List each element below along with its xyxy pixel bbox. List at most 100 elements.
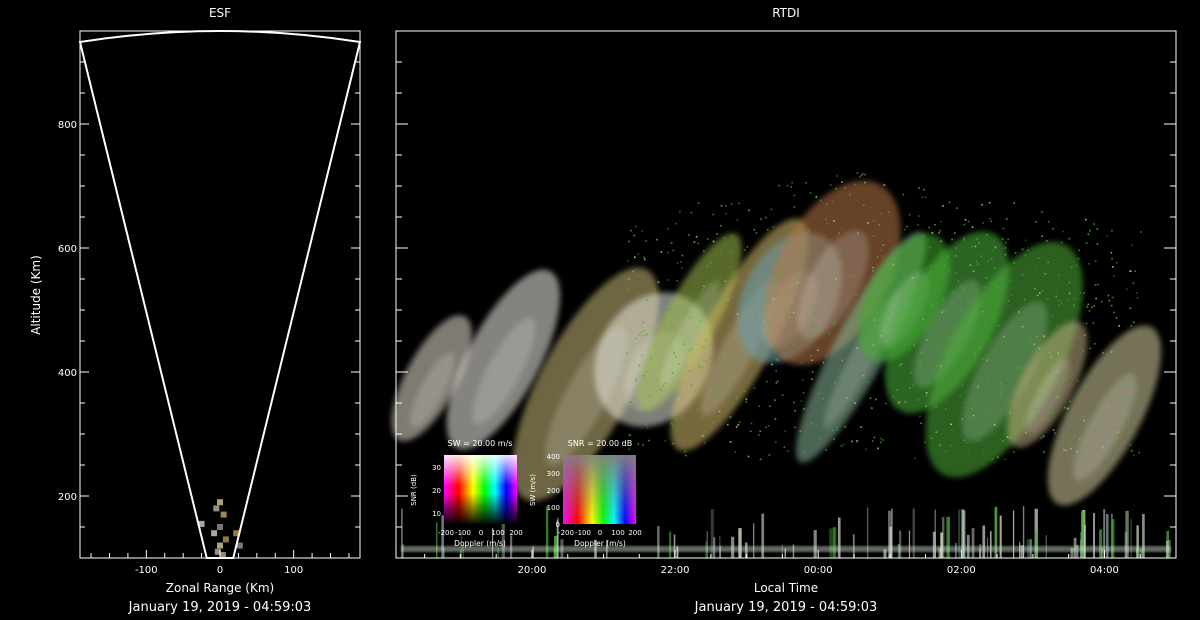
rtdi-echo-speck xyxy=(807,247,810,249)
rtdi-echo-speck xyxy=(929,265,931,268)
rtdi-echo-speck xyxy=(825,218,827,221)
rtdi-echo-speck xyxy=(706,238,709,240)
rtdi-echo-speck xyxy=(635,337,637,340)
rtdi-echo-speck xyxy=(645,423,647,426)
rtdi-echo-speck xyxy=(836,426,839,428)
rtdi-echo-speck xyxy=(1140,231,1142,233)
rtdi-echo-speck xyxy=(672,424,674,427)
rtdi-echo-speck xyxy=(967,300,969,303)
rtdi-echo-speck xyxy=(930,349,932,351)
rtdi-echo-speck xyxy=(1102,446,1105,449)
rtdi-echo-speck xyxy=(628,240,630,243)
rtdi-echo-speck xyxy=(1001,389,1004,391)
rtdi-echo-speck xyxy=(963,439,965,441)
rtdi-echo-speck xyxy=(705,303,707,306)
rtdi-echo-speck xyxy=(946,307,949,310)
rtdi-echo-speck xyxy=(941,347,944,350)
legend-snr-x-tick: 200 xyxy=(628,529,641,537)
rtdi-echo-speck xyxy=(963,239,965,241)
rtdi-echo-speck xyxy=(1094,284,1097,286)
rtdi-echo-speck xyxy=(870,406,873,409)
rtdi-echo-speck xyxy=(929,273,932,276)
rtdi-echo-speck xyxy=(987,314,990,317)
rtdi-echo-speck xyxy=(811,340,813,343)
rtdi-echo-speck xyxy=(627,412,630,415)
rtdi-echo-speck xyxy=(1113,311,1115,314)
esf-y-axis: 200 400 600 800 xyxy=(58,61,360,528)
rtdi-echo-speck xyxy=(654,288,656,290)
rtdi-echo-speck xyxy=(650,357,652,359)
rtdi-echo-speck xyxy=(881,296,884,298)
rtdi-echo-speck xyxy=(942,298,945,301)
rtdi-echo-speck xyxy=(889,288,892,291)
rtdi-echo-speck xyxy=(799,430,802,432)
rtdi-echo-speck xyxy=(716,233,718,235)
rtdi-echo-speck xyxy=(945,450,947,452)
rtdi-echo-speck xyxy=(719,224,722,227)
rtdi-echo-speck xyxy=(1037,257,1040,259)
legend-snr-x-label: Doppler (m/s) xyxy=(574,539,626,548)
rtdi-echo-speck xyxy=(920,362,922,365)
rtdi-echo-speck xyxy=(1084,334,1086,337)
rtdi-echo-speck xyxy=(912,293,914,295)
rtdi-echo-speck xyxy=(811,359,814,362)
rtdi-echo-speck xyxy=(712,213,715,216)
rtdi-echo-speck xyxy=(774,281,776,284)
rtdi-echo-speck xyxy=(918,215,920,217)
rtdi-echo-speck xyxy=(842,260,844,262)
rtdi-echo-speck xyxy=(800,400,803,402)
rtdi-echo-speck xyxy=(1058,392,1060,394)
rtdi-echo-speck xyxy=(1007,238,1010,241)
rtdi-bottomside-streak xyxy=(989,531,992,558)
rtdi-echo-speck xyxy=(943,309,945,312)
rtdi-echo-speck xyxy=(983,324,986,326)
rtdi-echo-speck xyxy=(709,284,712,286)
esf-x-axis: -100 0 100 xyxy=(90,550,350,576)
rtdi-echo-speck xyxy=(751,285,754,288)
rtdi-echo-speck xyxy=(1019,379,1022,382)
rtdi-echo-speck xyxy=(638,364,641,367)
rtdi-echo-speck xyxy=(739,280,742,283)
rtdi-echo-speck xyxy=(1060,241,1063,244)
rtdi-echo-speck xyxy=(861,340,864,342)
rtdi-echo-speck xyxy=(822,361,825,364)
rtdi-echo-speck xyxy=(1035,271,1038,273)
rtdi-echo-speck xyxy=(768,324,770,326)
rtdi-echo-speck xyxy=(811,370,814,373)
rtdi-echo-speck xyxy=(946,255,949,258)
rtdi-echo-speck xyxy=(1005,241,1007,244)
rtdi-date-label: January 19, 2019 - 04:59:03 xyxy=(694,600,878,615)
rtdi-echo-speck xyxy=(1056,370,1059,373)
rtdi-echo-speck xyxy=(682,416,685,419)
rtdi-echo-speck xyxy=(729,416,732,418)
rtdi-echo-speck xyxy=(1132,454,1135,457)
rtdi-echo-speck xyxy=(703,430,705,433)
rtdi-echo-speck xyxy=(892,396,895,398)
rtdi-echo-speck xyxy=(949,444,952,447)
rtdi-echo-speck xyxy=(642,444,644,446)
rtdi-echo-speck xyxy=(1078,249,1081,252)
rtdi-echo-speck xyxy=(919,286,921,289)
rtdi-echo-speck xyxy=(1002,346,1005,348)
rtdi-echo-speck xyxy=(861,173,864,175)
rtdi-echo-speck xyxy=(808,230,810,232)
rtdi-echo-speck xyxy=(828,333,830,335)
rtdi-echo-speck xyxy=(1031,350,1034,353)
rtdi-echo-speck xyxy=(1051,412,1054,414)
rtdi-echo-speck xyxy=(1069,375,1072,378)
rtdi-echo-speck xyxy=(1054,432,1056,435)
rtdi-echo-speck xyxy=(963,401,966,404)
rtdi-echo-speck xyxy=(730,266,732,269)
rtdi-echo-speck xyxy=(855,293,857,296)
rtdi-echo-speck xyxy=(832,323,835,325)
rtdi-echo-speck xyxy=(1077,335,1080,338)
rtdi-echo-speck xyxy=(930,304,933,306)
rtdi-echo-speck xyxy=(1067,299,1070,301)
rtdi-echo-speck xyxy=(725,205,727,207)
rtdi-echo-speck xyxy=(1088,310,1091,312)
rtdi-echo-speck xyxy=(787,313,790,316)
rtdi-echo-speck xyxy=(1128,419,1130,422)
rtdi-echo-speck xyxy=(791,181,793,184)
rtdi-echo-speck xyxy=(755,232,758,234)
rtdi-echo-speck xyxy=(1110,304,1113,307)
